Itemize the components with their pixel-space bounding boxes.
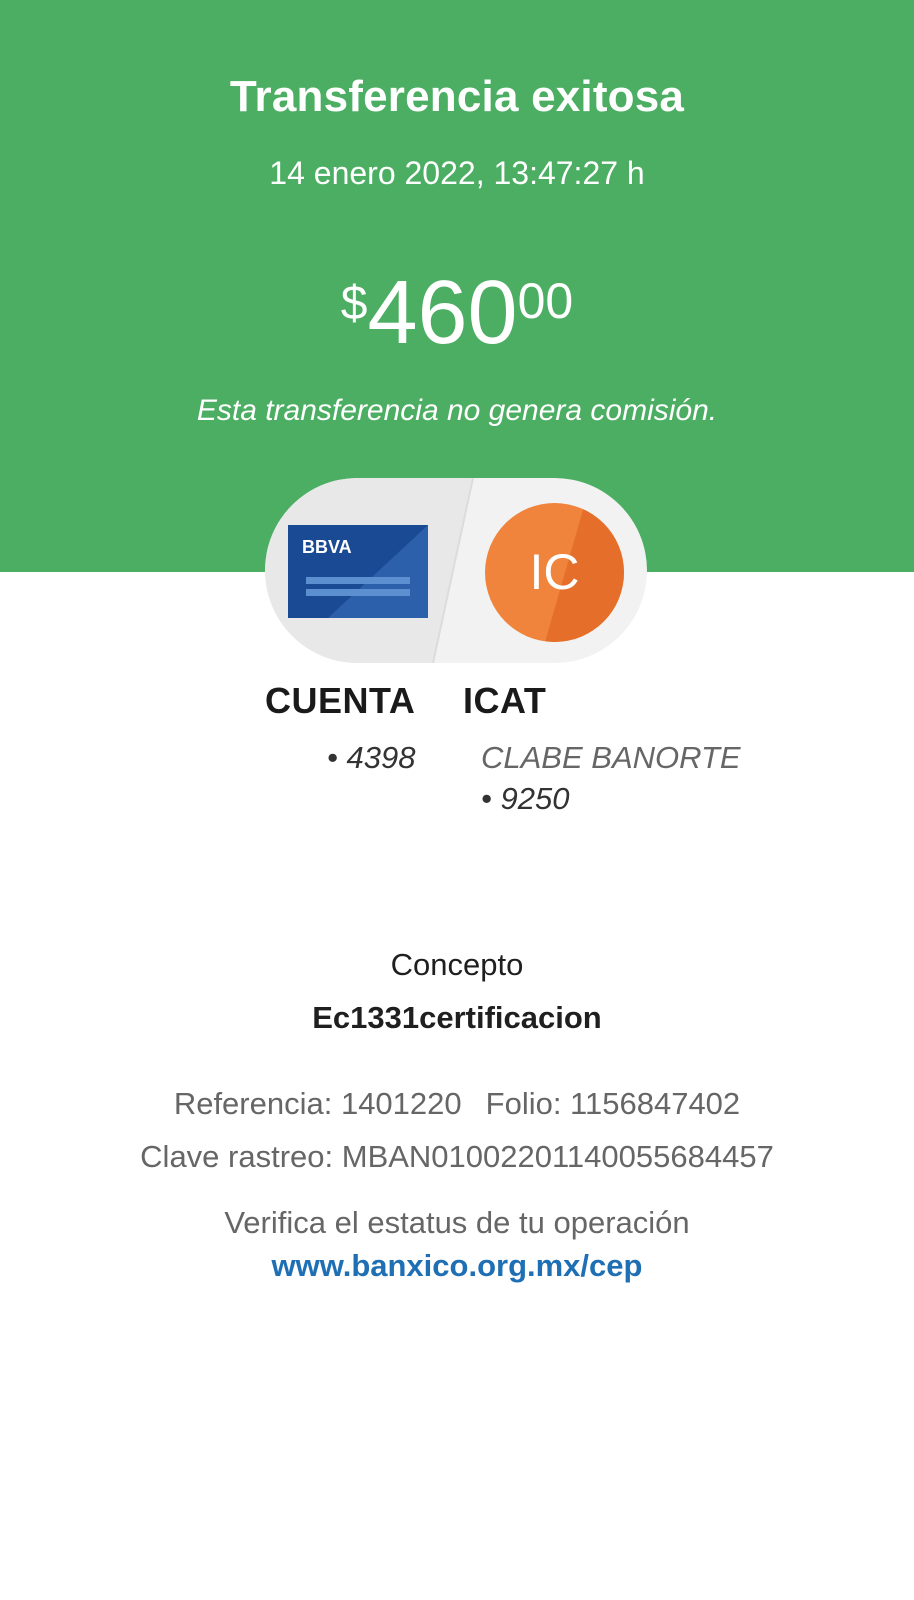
page-title: Transferencia exitosa xyxy=(229,72,685,121)
from-account-number: • 4398 xyxy=(327,740,416,775)
from-account-title: CUENTA xyxy=(265,680,416,721)
verify-status-text: Verifica el estatus de tu operación xyxy=(224,1205,690,1240)
amount-currency-sign: $ xyxy=(340,277,368,330)
amount-whole: 460 xyxy=(367,263,518,363)
to-account-title: ICAT xyxy=(463,680,547,721)
reference-number: Referencia: 1401220 xyxy=(173,1086,462,1121)
to-account-number: • 9250 xyxy=(481,781,570,816)
reference-line: Referencia: 1401220 Folio: 1156847402 xyxy=(0,1086,914,1122)
bbva-logo-text: BBVA xyxy=(302,537,352,557)
amount-cents: 00 xyxy=(517,273,574,329)
commission-note: Esta transferencia no genera comisión. xyxy=(196,394,718,427)
tracking-key: Clave rastreo: MBAN01002201140055684457 xyxy=(140,1139,774,1174)
bbva-card-icon: BBVA xyxy=(288,525,428,618)
recipient-initials: IC xyxy=(529,544,580,600)
concept-label: Concepto xyxy=(390,947,524,982)
transfer-amount: $46000 xyxy=(0,268,914,358)
folio-number: Folio: 1156847402 xyxy=(485,1086,741,1121)
transfer-datetime: 14 enero 2022, 13:47:27 h xyxy=(269,155,645,191)
recipient-avatar: IC xyxy=(485,503,624,642)
banxico-cep-link[interactable]: www.banxico.org.mx/cep xyxy=(0,1248,914,1284)
to-account-bank: CLABE BANORTE xyxy=(481,740,741,775)
concept-value: Ec1331certificacion xyxy=(312,1000,602,1035)
transfer-receipt-screen: Transferencia exitosa 14 enero 2022, 13:… xyxy=(0,0,914,1600)
